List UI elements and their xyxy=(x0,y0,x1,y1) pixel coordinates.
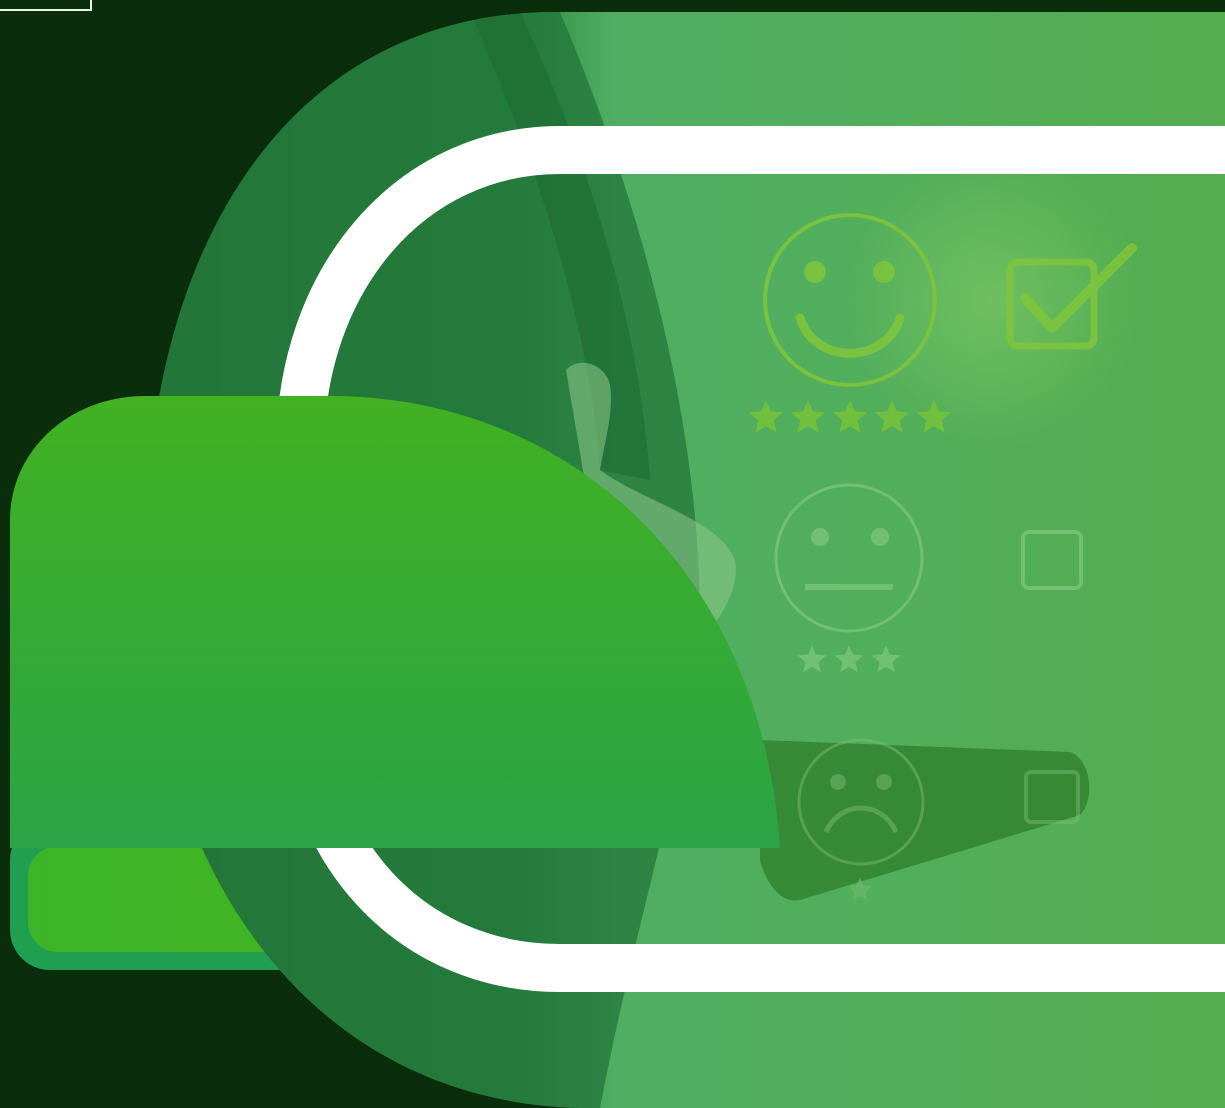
artwork-canvas xyxy=(10,12,1225,1108)
